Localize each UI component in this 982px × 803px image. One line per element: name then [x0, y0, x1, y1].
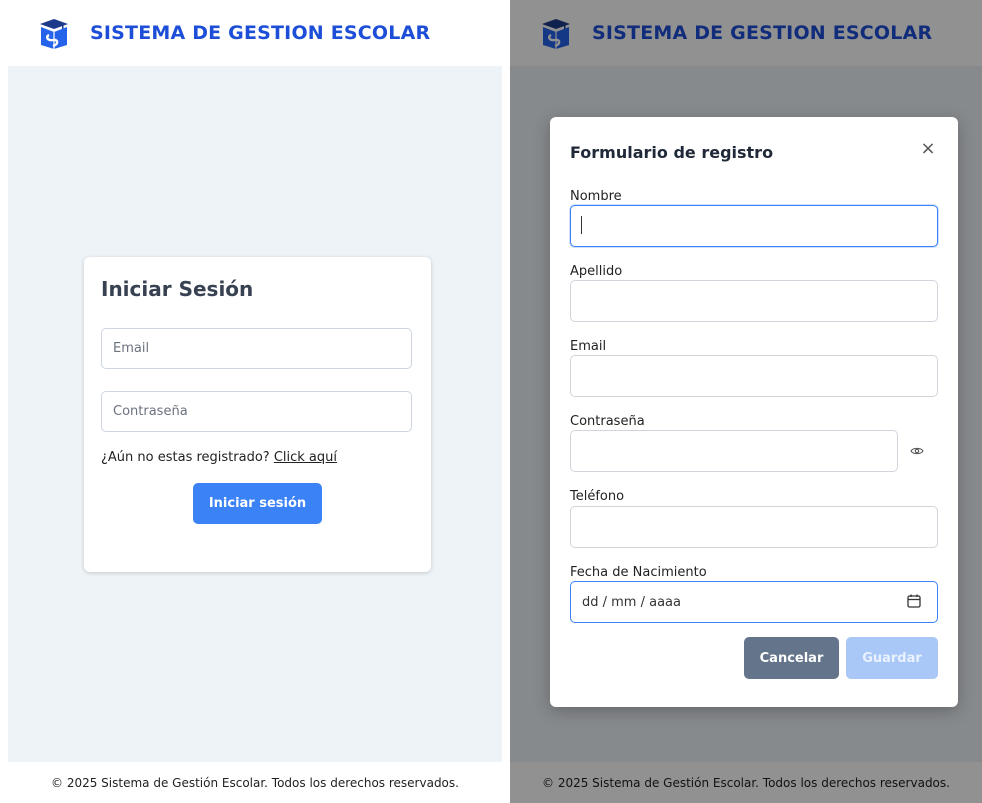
register-modal: Formulario de registro × Nombre Apellido…	[550, 117, 958, 707]
footer-text: © 2025 Sistema de Gestión Escolar. Todos…	[51, 775, 459, 790]
password-input[interactable]	[101, 391, 412, 432]
register-prompt: ¿Aún no estas registrado? Click aquí	[101, 450, 337, 465]
password-input[interactable]	[570, 430, 898, 472]
nombre-label: Nombre	[570, 189, 622, 204]
save-button[interactable]: Guardar	[846, 637, 938, 679]
password-label: Contraseña	[570, 414, 645, 429]
text-caret	[581, 216, 582, 234]
cancel-button[interactable]: Cancelar	[744, 637, 839, 679]
register-link[interactable]: Click aquí	[274, 450, 337, 465]
school-logo-icon	[40, 19, 68, 49]
date-placeholder: dd / mm / aaaa	[582, 595, 681, 610]
login-button[interactable]: Iniciar sesión	[193, 483, 322, 524]
telefono-input[interactable]	[570, 506, 938, 548]
eye-icon[interactable]	[910, 444, 924, 458]
telefono-label: Teléfono	[570, 489, 625, 504]
login-screen: SISTEMA DE GESTION ESCOLAR Iniciar Sesió…	[0, 0, 510, 803]
email-label: Email	[570, 339, 607, 354]
close-icon[interactable]: ×	[918, 139, 938, 159]
apellido-label: Apellido	[570, 264, 623, 279]
calendar-icon[interactable]	[906, 593, 922, 609]
email-input[interactable]	[570, 355, 938, 397]
app-brand-title: SISTEMA DE GESTION ESCOLAR	[90, 22, 431, 44]
apellido-input[interactable]	[570, 280, 938, 322]
login-title: Iniciar Sesión	[101, 277, 254, 301]
register-prompt-text: ¿Aún no estas registrado?	[101, 450, 270, 465]
nombre-input[interactable]	[570, 205, 938, 247]
app-header: SISTEMA DE GESTION ESCOLAR	[0, 0, 510, 66]
register-screen: SISTEMA DE GESTION ESCOLAR © 2025 Sistem…	[510, 0, 982, 803]
fecha-label: Fecha de Nacimiento	[570, 565, 707, 580]
email-input[interactable]	[101, 328, 412, 369]
modal-title: Formulario de registro	[570, 143, 774, 162]
login-card: Iniciar Sesión ¿Aún no estas registrado?…	[84, 257, 431, 572]
